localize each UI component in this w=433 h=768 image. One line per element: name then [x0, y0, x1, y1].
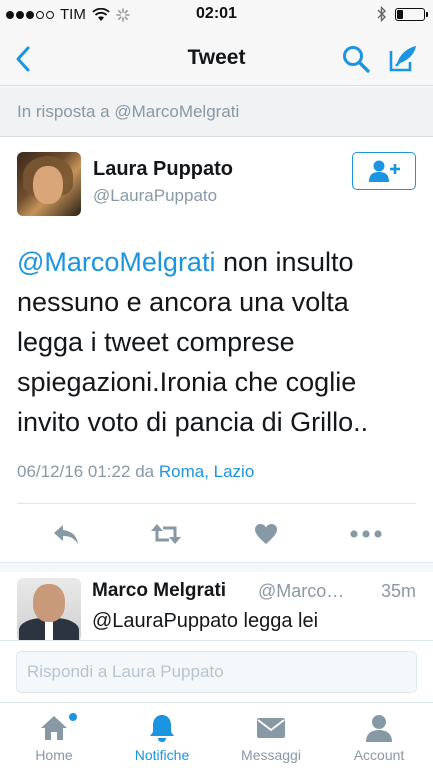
person-icon — [366, 715, 392, 742]
author-handle[interactable]: @LauraPuppato — [93, 186, 217, 206]
follow-button[interactable] — [352, 152, 416, 190]
tab-home[interactable]: Home — [0, 703, 108, 768]
reply-author-handle[interactable]: @Marco… — [258, 581, 344, 602]
notification-dot — [69, 713, 77, 721]
navigation-bar: Tweet — [0, 30, 433, 86]
reply-text[interactable]: @LauraPuppato legga lei — [92, 610, 318, 633]
tweet-meta: 06/12/16 01:22 da Roma, Lazio — [17, 462, 254, 482]
in-reply-to-banner[interactable]: In risposta a @MarcoMelgrati — [0, 87, 433, 137]
more-button[interactable] — [348, 516, 384, 552]
location-link[interactable]: Roma, Lazio — [159, 462, 254, 481]
reply-author-name[interactable]: Marco Melgrati — [92, 580, 226, 602]
clock: 02:01 — [196, 5, 237, 22]
reply-input[interactable] — [16, 651, 417, 693]
tab-label: Home — [35, 747, 73, 763]
battery-icon — [395, 7, 428, 21]
status-right — [377, 6, 428, 22]
tweet-text: @MarcoMelgrati non insulto nessuno e anc… — [17, 242, 417, 442]
retweet-button[interactable] — [148, 516, 184, 552]
reply-icon — [54, 525, 78, 544]
tab-messages[interactable]: Messaggi — [217, 703, 325, 768]
tab-label: Notifiche — [134, 747, 190, 763]
avatar[interactable] — [17, 578, 81, 642]
heart-icon — [255, 524, 277, 544]
tab-bar: Home Notifiche Messaggi Account — [0, 702, 433, 768]
tab-notifications[interactable]: Notifiche — [108, 703, 216, 768]
home-icon — [41, 716, 67, 740]
retweet-icon — [151, 524, 181, 544]
add-user-icon — [369, 160, 400, 182]
bluetooth-icon — [377, 6, 386, 22]
divider — [17, 503, 416, 504]
tab-account[interactable]: Account — [325, 703, 433, 768]
avatar[interactable] — [17, 152, 81, 216]
mention-link[interactable]: @MarcoMelgrati — [17, 247, 215, 277]
tweet-date: 06/12/16 01:22 — [17, 462, 131, 481]
envelope-icon — [257, 718, 285, 738]
compose-icon[interactable] — [387, 42, 419, 74]
tab-label: Account — [353, 747, 405, 763]
like-button[interactable] — [248, 516, 284, 552]
search-icon[interactable] — [341, 44, 371, 74]
more-dots-icon — [350, 530, 382, 538]
author-name[interactable]: Laura Puppato — [93, 158, 233, 181]
tweet-via: da — [135, 462, 155, 481]
section-separator — [0, 562, 433, 572]
bell-icon — [150, 715, 174, 742]
tab-label: Messaggi — [241, 747, 301, 763]
reply-timestamp: 35m — [380, 581, 416, 601]
tweet-actions — [0, 516, 433, 552]
reply-compose-bar — [0, 640, 433, 702]
status-bar: TIM 02:01 — [0, 0, 433, 30]
reply-button[interactable] — [48, 516, 84, 552]
